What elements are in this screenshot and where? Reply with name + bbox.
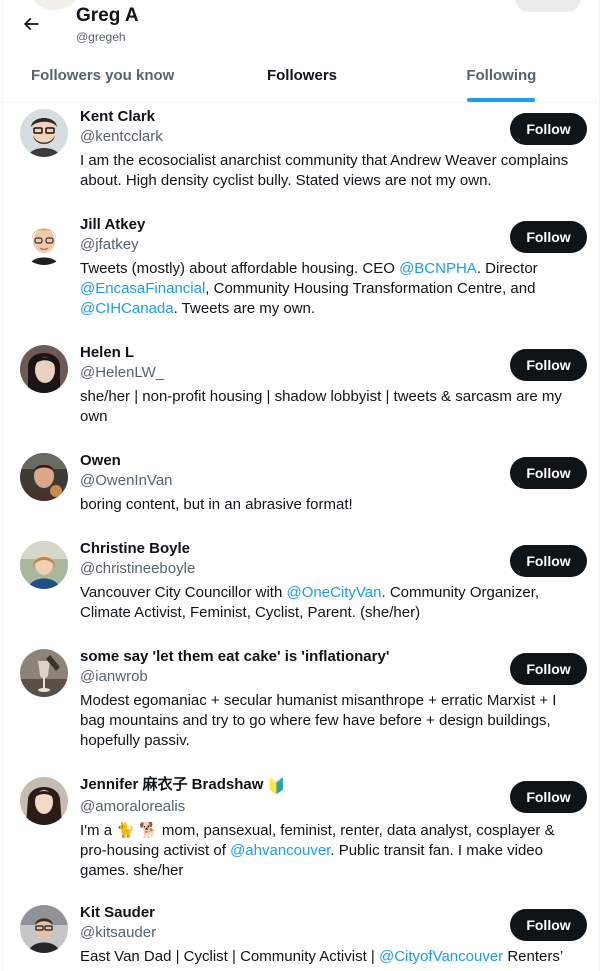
- follow-button[interactable]: Follow: [510, 457, 587, 489]
- beginner-badge-icon: 🔰: [267, 778, 287, 795]
- user-row[interactable]: Helen L @HelenLW_ she/her | non-profit h…: [3, 339, 599, 447]
- profile-title: Greg A @gregeh: [76, 4, 139, 45]
- user-handle[interactable]: @christineeboyle: [80, 559, 490, 579]
- user-handle[interactable]: @OwenInVan: [80, 471, 490, 491]
- bio-mention-link[interactable]: @CIHCanada: [80, 300, 174, 317]
- user-row[interactable]: Kit Sauder @kitsauder East Van Dad | Cyc…: [3, 899, 599, 971]
- user-name[interactable]: Jill Atkey: [80, 215, 490, 235]
- user-info: Jill Atkey @jfatkey Tweets (mostly) abou…: [80, 215, 538, 319]
- user-info: Christine Boyle @christineeboyle Vancouv…: [80, 539, 539, 623]
- follow-button[interactable]: Follow: [510, 221, 587, 253]
- tab-label: Followers: [266, 67, 337, 84]
- user-handle[interactable]: @ianwrob: [80, 667, 490, 687]
- back-button[interactable]: [13, 6, 49, 42]
- tab-following[interactable]: Following: [402, 50, 599, 102]
- user-bio: Tweets (mostly) about affordable housing…: [80, 259, 580, 319]
- avatar[interactable]: [20, 217, 68, 265]
- bio-mention-link[interactable]: @OneCityVan: [286, 584, 381, 601]
- bio-text: she/her | non-profit housing | shadow lo…: [80, 388, 562, 425]
- bio-text: . Tweets are my own.: [173, 300, 316, 317]
- bio-text: , Community Housing Transformation Centr…: [205, 280, 536, 297]
- user-name[interactable]: Owen: [80, 451, 490, 471]
- user-bio: I am the ecosocialist anarchist communit…: [80, 151, 580, 191]
- follow-button[interactable]: Follow: [510, 113, 587, 145]
- follow-button[interactable]: Follow: [510, 781, 587, 813]
- bio-text: boring content, but in an abrasive forma…: [80, 496, 353, 513]
- avatar[interactable]: [20, 541, 68, 589]
- user-bio: Vancouver City Councillor with @OneCityV…: [80, 583, 580, 623]
- follow-button[interactable]: Follow: [510, 653, 587, 685]
- tab-label: Following: [466, 67, 537, 84]
- bio-mention-link[interactable]: @EncasaFinancial: [80, 280, 205, 297]
- bio-text: Tweets (mostly) about affordable housing…: [80, 260, 400, 277]
- user-handle[interactable]: @kitsauder: [80, 923, 490, 943]
- bio-mention-link[interactable]: @ahvancouver: [230, 842, 330, 859]
- tab-followers[interactable]: Followers: [202, 50, 536, 102]
- scrolled-button: [515, 0, 581, 12]
- user-name[interactable]: Helen L: [80, 343, 490, 363]
- bio-text: Modest egomaniac + secular humanist misa…: [80, 692, 557, 749]
- profile-handle: @gregeh: [76, 30, 126, 44]
- user-name[interactable]: Jennifer 麻衣子 Bradshaw 🔰: [80, 775, 490, 797]
- user-name[interactable]: Christine Boyle: [80, 539, 490, 559]
- user-bio: I'm a 🐈 🐕 mom, pansexual, feminist, rent…: [80, 821, 580, 881]
- bio-mention-link[interactable]: @CityofVancouver: [379, 948, 503, 965]
- user-row[interactable]: Kent Clark @kentcclark I am the ecosocia…: [3, 103, 599, 211]
- user-handle[interactable]: @jfatkey: [80, 235, 490, 255]
- bio-mention-link[interactable]: @BCNPHA: [399, 260, 477, 277]
- bio-text: East Van Dad | Cyclist | Community Activ…: [80, 948, 379, 965]
- profile-name: Greg A: [76, 5, 139, 26]
- user-row[interactable]: Owen @OwenInVan boring content, but in a…: [3, 447, 599, 535]
- user-name[interactable]: some say 'let them eat cake' is 'inflati…: [80, 647, 490, 667]
- bio-text: Renters’: [503, 948, 564, 965]
- follow-button[interactable]: Follow: [510, 545, 587, 577]
- follow-button[interactable]: Follow: [510, 349, 587, 381]
- user-row[interactable]: some say 'let them eat cake' is 'inflati…: [3, 643, 599, 771]
- user-info: Helen L @HelenLW_ she/her | non-profit h…: [80, 343, 562, 427]
- arrow-left-icon: [23, 17, 39, 31]
- avatar[interactable]: [20, 649, 68, 697]
- user-handle[interactable]: @amoralorealis: [80, 797, 490, 817]
- user-name-text: Jennifer 麻衣子 Bradshaw: [80, 776, 264, 793]
- user-row[interactable]: Christine Boyle @christineeboyle Vancouv…: [3, 535, 599, 643]
- avatar[interactable]: [20, 345, 68, 393]
- user-info: Owen @OwenInVan boring content, but in a…: [80, 451, 490, 515]
- user-bio: Modest egomaniac + secular humanist misa…: [80, 691, 580, 751]
- avatar[interactable]: [20, 453, 68, 501]
- avatar[interactable]: [20, 905, 68, 953]
- bio-text: Vancouver City Councillor with: [80, 584, 287, 601]
- tab-label: Followers you know: [30, 67, 175, 84]
- followers-page: Greg A @gregeh Followers you know Follow…: [2, 0, 600, 971]
- user-bio: East Van Dad | Cyclist | Community Activ…: [80, 947, 580, 967]
- user-row[interactable]: Jennifer 麻衣子 Bradshaw 🔰 @amoralorealis I'…: [3, 771, 599, 899]
- user-info: Jennifer 麻衣子 Bradshaw 🔰 @amoralorealis I'…: [80, 775, 555, 881]
- user-bio: she/her | non-profit housing | shadow lo…: [80, 387, 580, 427]
- user-name[interactable]: Kit Sauder: [80, 903, 490, 923]
- user-row[interactable]: Jill Atkey @jfatkey Tweets (mostly) abou…: [3, 211, 599, 339]
- user-handle[interactable]: @HelenLW_: [80, 363, 490, 383]
- bio-text: I am the ecosocialist anarchist communit…: [80, 152, 569, 189]
- user-name[interactable]: Kent Clark: [80, 107, 490, 127]
- avatar[interactable]: [20, 109, 68, 157]
- user-info: some say 'let them eat cake' is 'inflati…: [80, 647, 556, 751]
- user-handle[interactable]: @kentcclark: [80, 127, 490, 147]
- bio-text: . Director: [476, 260, 538, 277]
- tab-followers-you-know[interactable]: Followers you know: [3, 50, 202, 102]
- avatar[interactable]: [20, 777, 68, 825]
- user-info: Kit Sauder @kitsauder East Van Dad | Cyc…: [80, 903, 563, 967]
- user-info: Kent Clark @kentcclark I am the ecosocia…: [80, 107, 568, 191]
- profile-header: Greg A @gregeh Followers you know Follow…: [3, 0, 599, 103]
- tab-bar: Followers you know Followers Following: [3, 50, 599, 102]
- follow-button[interactable]: Follow: [510, 909, 587, 941]
- user-bio: boring content, but in an abrasive forma…: [80, 495, 580, 515]
